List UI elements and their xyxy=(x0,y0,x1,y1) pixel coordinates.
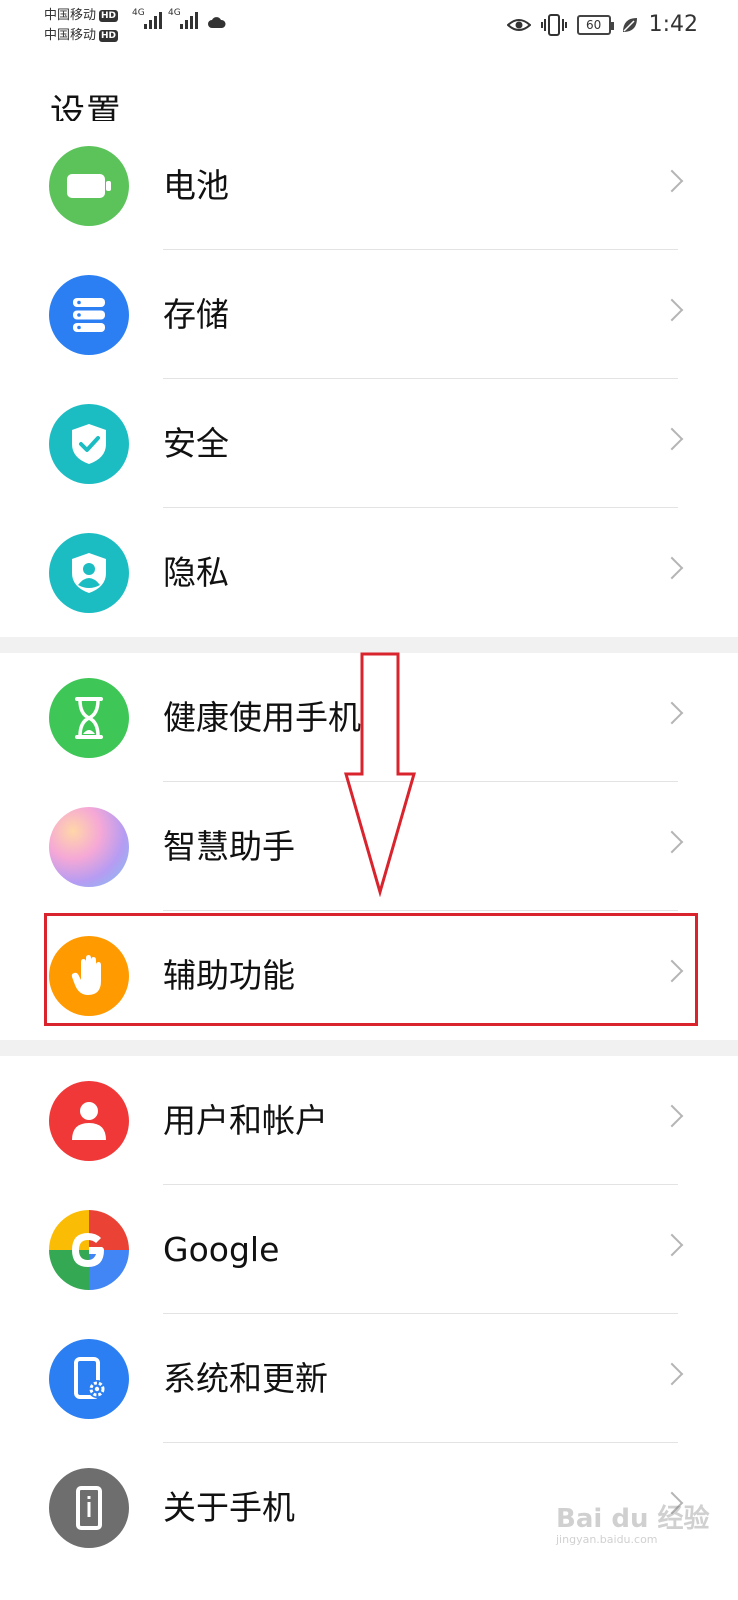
network-type: 4G xyxy=(132,8,145,18)
watermark: Bai du 经验 jingyan.baidu.com xyxy=(556,1498,710,1546)
settings-item-battery[interactable]: 电池 xyxy=(0,121,738,250)
chevron-right-icon xyxy=(660,830,684,854)
carrier-name: 中国移动 xyxy=(44,28,97,43)
settings-item-label: 隐私 xyxy=(163,553,229,592)
settings-item-accessibility[interactable]: 辅助功能 xyxy=(0,911,738,1040)
settings-item-label: 辅助功能 xyxy=(163,956,295,995)
signal-indicators: 4G 4G xyxy=(132,8,226,29)
hd-badge: HD xyxy=(99,10,119,22)
battery-indicator: 60 xyxy=(576,14,614,35)
signal-icon: 4G xyxy=(168,8,198,29)
settings-group: 电池 存储 安全 隐私 xyxy=(0,121,738,637)
settings-item-label: 系统和更新 xyxy=(163,1359,328,1398)
signal-icon: 4G xyxy=(132,8,162,29)
settings-item-label: Google xyxy=(163,1230,280,1269)
settings-item-label: 安全 xyxy=(163,424,229,463)
chevron-right-icon xyxy=(660,1104,684,1128)
group-separator xyxy=(0,1040,738,1056)
settings-item-label: 健康使用手机 xyxy=(163,698,361,737)
chevron-right-icon xyxy=(660,1233,684,1257)
chevron-right-icon xyxy=(660,556,684,580)
google-icon xyxy=(49,1210,129,1290)
chevron-right-icon xyxy=(660,959,684,983)
phone-info-icon xyxy=(49,1468,129,1548)
status-bar: 中国移动 HD 中国移动 HD 4G 4G 60 1:42 xyxy=(0,0,738,52)
carrier-name: 中国移动 xyxy=(44,8,97,23)
chevron-right-icon xyxy=(660,298,684,322)
shield-check-icon xyxy=(49,404,129,484)
cloud-icon xyxy=(208,17,226,28)
settings-item-label: 存储 xyxy=(163,295,229,334)
battery-icon xyxy=(49,146,129,226)
leaf-icon xyxy=(622,17,637,32)
chevron-right-icon xyxy=(660,169,684,193)
system-update-icon xyxy=(49,1339,129,1419)
hand-icon xyxy=(49,936,129,1016)
clock: 1:42 xyxy=(648,12,698,37)
status-right: 60 1:42 xyxy=(506,12,698,37)
chevron-right-icon xyxy=(660,701,684,725)
settings-item-smart-assistant[interactable]: 智慧助手 xyxy=(0,782,738,911)
settings-item-storage[interactable]: 存储 xyxy=(0,250,738,379)
settings-item-label: 用户和帐户 xyxy=(163,1101,328,1140)
privacy-icon xyxy=(49,533,129,613)
settings-item-system-update[interactable]: 系统和更新 xyxy=(0,1314,738,1443)
settings-group: 健康使用手机 智慧助手 辅助功能 xyxy=(0,653,738,1040)
user-icon xyxy=(49,1081,129,1161)
storage-icon xyxy=(49,275,129,355)
eye-comfort-icon xyxy=(506,18,531,31)
settings-item-label: 智慧助手 xyxy=(163,827,295,866)
settings-item-label: 关于手机 xyxy=(163,1488,295,1527)
assistant-icon xyxy=(49,807,129,887)
chevron-right-icon xyxy=(660,427,684,451)
settings-item-label: 电池 xyxy=(163,166,229,205)
network-type: 4G xyxy=(168,8,181,18)
chevron-right-icon xyxy=(660,1362,684,1386)
settings-item-digital-balance[interactable]: 健康使用手机 xyxy=(0,653,738,782)
vibrate-icon xyxy=(540,13,567,36)
settings-item-google[interactable]: Google xyxy=(0,1185,738,1314)
settings-item-privacy[interactable]: 隐私 xyxy=(0,508,738,637)
group-separator xyxy=(0,637,738,653)
watermark-url: jingyan.baidu.com xyxy=(556,1533,658,1546)
hourglass-icon xyxy=(49,678,129,758)
settings-group: 用户和帐户 Google 系统和更新 关于手机 xyxy=(0,1056,738,1572)
hd-badge: HD xyxy=(99,30,119,42)
watermark-brand: Bai du 经验 xyxy=(556,1504,710,1534)
settings-item-users-accounts[interactable]: 用户和帐户 xyxy=(0,1056,738,1185)
carrier-info: 中国移动 HD 中国移动 HD xyxy=(44,6,119,46)
settings-item-security[interactable]: 安全 xyxy=(0,379,738,508)
settings-list: 电池 存储 安全 隐私 健康使用手机 智慧助手 辅助功能 用户和帐户 Googl… xyxy=(0,121,738,1572)
